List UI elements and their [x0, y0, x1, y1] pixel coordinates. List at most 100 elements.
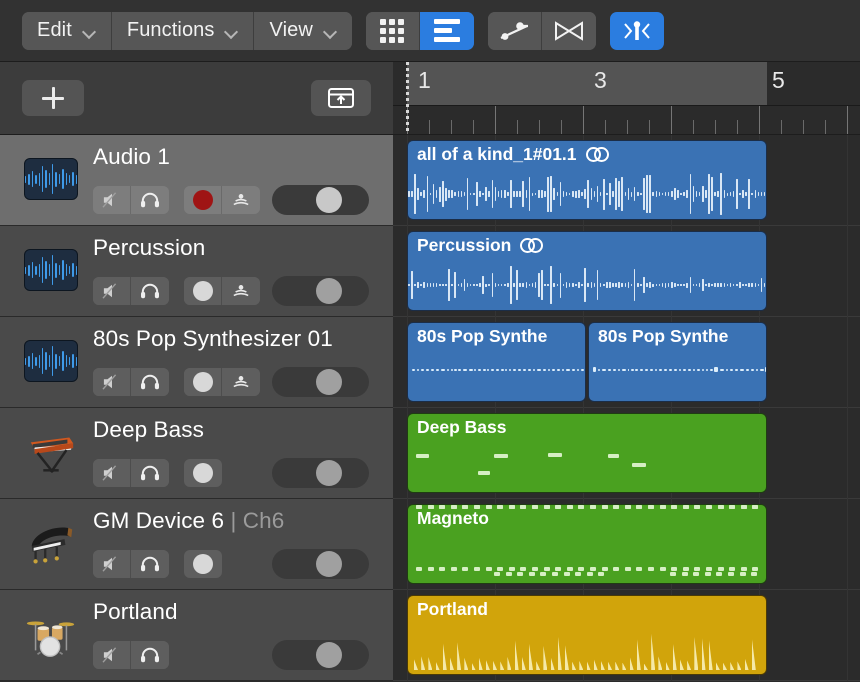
- volume-slider-knob[interactable]: [316, 187, 342, 213]
- menu-edit[interactable]: Edit: [22, 12, 112, 50]
- record-dot-icon: [193, 190, 213, 210]
- region-title-label: Portland: [417, 599, 488, 620]
- menu-view[interactable]: View: [254, 12, 351, 50]
- track-name[interactable]: Portland: [93, 599, 178, 625]
- track-name[interactable]: 80s Pop Synthesizer 01: [93, 326, 333, 352]
- region-title: all of a kind_1#01.1: [417, 144, 610, 165]
- automation-curve-icon: [498, 20, 530, 42]
- mute-button[interactable]: [93, 641, 131, 669]
- track-icon[interactable]: [24, 339, 78, 383]
- track-lane[interactable]: Portland: [393, 590, 860, 681]
- timeline-ruler[interactable]: 1 3 5: [393, 62, 860, 135]
- record-group: [184, 459, 222, 487]
- solo-button[interactable]: [131, 368, 169, 396]
- volume-slider[interactable]: [272, 276, 369, 306]
- mute-button[interactable]: [93, 277, 131, 305]
- solo-headphones-icon: [139, 191, 161, 209]
- solo-button[interactable]: [131, 459, 169, 487]
- lane-gridline: [847, 226, 848, 317]
- grid-view-button[interactable]: [366, 12, 420, 50]
- track-name[interactable]: GM Device 6 | Ch6: [93, 508, 284, 534]
- mute-button[interactable]: [93, 368, 131, 396]
- region-title-label: Percussion: [417, 235, 511, 256]
- track-lane[interactable]: Magneto: [393, 499, 860, 590]
- record-enable-button[interactable]: [184, 186, 222, 214]
- track-lane[interactable]: all of a kind_1#01.1: [393, 135, 860, 226]
- mute-button[interactable]: [93, 550, 131, 578]
- solo-button[interactable]: [131, 277, 169, 305]
- volume-slider-knob[interactable]: [316, 460, 342, 486]
- volume-slider[interactable]: [272, 185, 369, 215]
- volume-slider[interactable]: [272, 367, 369, 397]
- fade-button[interactable]: [542, 12, 596, 50]
- mute-button[interactable]: [93, 186, 131, 214]
- ruler-tick-beat: [473, 120, 474, 134]
- cycle-region[interactable]: [407, 62, 767, 106]
- input-monitor-button[interactable]: [222, 368, 260, 396]
- volume-slider-knob[interactable]: [316, 369, 342, 395]
- snap-to-playhead-button[interactable]: [610, 12, 664, 50]
- region-title-label: all of a kind_1#01.1: [417, 144, 577, 165]
- lane-gridline: [847, 590, 848, 681]
- region[interactable]: Portland: [407, 595, 767, 675]
- track-icon[interactable]: [24, 430, 78, 474]
- region-waveform: [408, 262, 766, 308]
- synthesizer-keyboard-icon: [24, 429, 78, 475]
- track-icon[interactable]: [24, 612, 78, 656]
- track-row[interactable]: Portland: [0, 590, 393, 681]
- input-monitor-icon: [230, 373, 252, 391]
- arrange-area[interactable]: all of a kind_1#01.1 Percussion 80s Pop Sy…: [393, 135, 860, 682]
- mute-solo-group: [93, 641, 169, 669]
- track-list: Audio 1 Percussion 80s Pop Synthesizer 01 D…: [0, 135, 393, 682]
- solo-button[interactable]: [131, 550, 169, 578]
- list-view-button[interactable]: [420, 12, 474, 50]
- window-up-arrow-icon: [326, 85, 356, 111]
- track-icon[interactable]: [24, 157, 78, 201]
- track-row[interactable]: GM Device 6 | Ch6: [0, 499, 393, 590]
- region[interactable]: 80s Pop Synthe: [407, 322, 586, 402]
- region[interactable]: 80s Pop Synthe: [588, 322, 767, 402]
- track-icon[interactable]: [24, 248, 78, 292]
- track-row[interactable]: Percussion: [0, 226, 393, 317]
- solo-button[interactable]: [131, 641, 169, 669]
- region-drummer-waveform: [414, 630, 762, 670]
- track-name[interactable]: Audio 1: [93, 144, 170, 170]
- region-title: 80s Pop Synthe: [598, 326, 728, 347]
- track-row[interactable]: Audio 1: [0, 135, 393, 226]
- mute-solo-group: [93, 368, 169, 396]
- menu-functions[interactable]: Functions: [112, 12, 255, 50]
- import-media-button[interactable]: [311, 80, 371, 116]
- mute-icon: [101, 646, 123, 664]
- record-enable-button[interactable]: [184, 459, 222, 487]
- track-lane[interactable]: Deep Bass: [393, 408, 860, 499]
- track-row[interactable]: 80s Pop Synthesizer 01: [0, 317, 393, 408]
- volume-slider-knob[interactable]: [316, 551, 342, 577]
- track-name[interactable]: Deep Bass: [93, 417, 204, 443]
- volume-slider[interactable]: [272, 549, 369, 579]
- region[interactable]: Percussion: [407, 231, 767, 311]
- region[interactable]: Deep Bass: [407, 413, 767, 493]
- volume-slider[interactable]: [272, 458, 369, 488]
- input-monitor-button[interactable]: [222, 186, 260, 214]
- region[interactable]: Magneto: [407, 504, 767, 584]
- region[interactable]: all of a kind_1#01.1: [407, 140, 767, 220]
- record-enable-button[interactable]: [184, 277, 222, 305]
- track-lane[interactable]: Percussion: [393, 226, 860, 317]
- track-lane[interactable]: 80s Pop Synthe 80s Pop Synthe: [393, 317, 860, 408]
- volume-slider[interactable]: [272, 640, 369, 670]
- record-enable-button[interactable]: [184, 368, 222, 396]
- record-group: [184, 368, 260, 396]
- solo-button[interactable]: [131, 186, 169, 214]
- track-row[interactable]: Deep Bass: [0, 408, 393, 499]
- add-track-button[interactable]: [22, 80, 84, 116]
- volume-slider-knob[interactable]: [316, 642, 342, 668]
- grid-icon: [380, 19, 404, 43]
- track-icon[interactable]: [24, 521, 78, 565]
- volume-slider-knob[interactable]: [316, 278, 342, 304]
- record-enable-button[interactable]: [184, 550, 222, 578]
- track-name[interactable]: Percussion: [93, 235, 205, 261]
- playhead-marker[interactable]: [406, 62, 409, 135]
- mute-button[interactable]: [93, 459, 131, 487]
- automation-button[interactable]: [488, 12, 542, 50]
- input-monitor-button[interactable]: [222, 277, 260, 305]
